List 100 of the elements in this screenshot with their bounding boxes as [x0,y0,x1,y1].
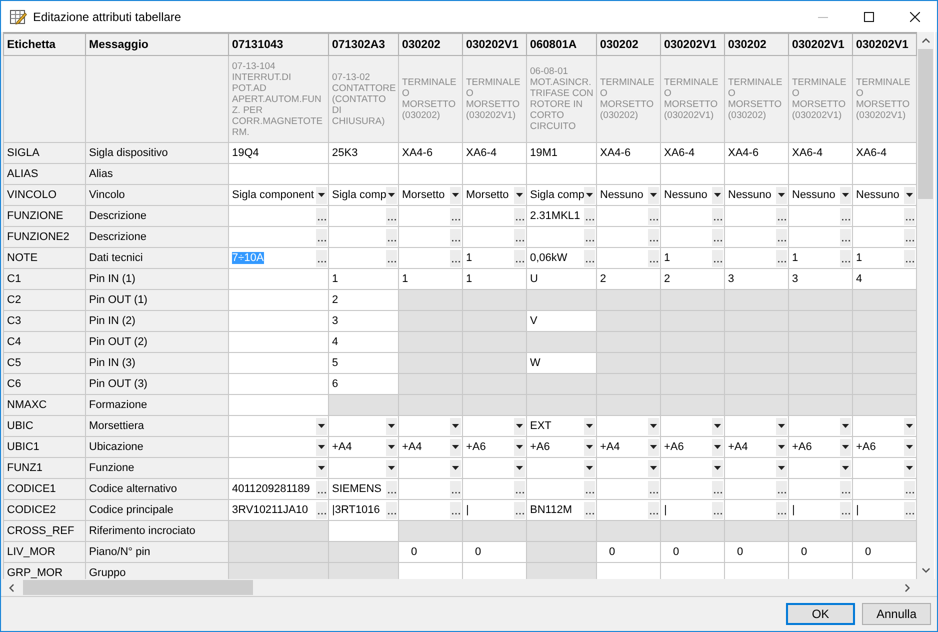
dropdown-button[interactable] [316,438,327,456]
dropdown-button[interactable] [776,438,787,456]
vertical-scrollbar[interactable] [917,32,934,579]
dropdown-button[interactable] [450,460,461,476]
browse-button[interactable] [840,208,851,224]
maximize-icon[interactable] [864,12,874,22]
dialog-button[interactable]: Annulla [862,603,931,625]
browse-button[interactable] [450,208,461,224]
browse-button[interactable] [648,208,659,224]
browse-button[interactable] [386,502,397,518]
table-cell[interactable] [852,164,916,184]
dropdown-button[interactable] [450,438,461,456]
scroll-down-icon[interactable] [922,568,930,573]
browse-button[interactable] [450,480,461,498]
browse-button[interactable] [648,502,659,518]
browse-button[interactable] [712,502,723,518]
table-cell[interactable] [228,164,328,184]
table-cell[interactable] [228,310,328,332]
browse-button[interactable] [316,228,327,246]
browse-button[interactable] [386,480,397,498]
dropdown-button[interactable] [904,460,915,476]
dropdown-button[interactable] [904,418,915,434]
table-cell[interactable]: 19Q4 [228,142,328,164]
scroll-thumb[interactable] [23,580,253,595]
browse-button[interactable] [450,228,461,246]
scroll-up-icon[interactable] [922,38,930,43]
dropdown-button[interactable] [316,460,327,476]
table-cell[interactable]: 1 [328,268,398,290]
browse-button[interactable] [316,480,327,498]
browse-button[interactable] [776,208,787,224]
dropdown-button[interactable] [584,460,595,476]
browse-button[interactable] [904,228,915,246]
table-cell[interactable]: 1 [398,268,462,290]
table-cell[interactable]: 25K3 [328,142,398,164]
table-cell[interactable] [398,164,462,184]
dropdown-button[interactable] [776,418,787,434]
dropdown-button[interactable] [904,438,915,456]
browse-button[interactable] [712,480,723,498]
browse-button[interactable] [514,480,525,498]
browse-button[interactable] [776,502,787,518]
dropdown-button[interactable] [712,186,723,204]
dropdown-button[interactable] [316,186,327,204]
table-cell[interactable]: XA6-4 [660,142,724,164]
table-cell[interactable]: XA6-4 [852,142,916,164]
browse-button[interactable] [584,228,595,246]
browse-button[interactable] [584,502,595,518]
dropdown-button[interactable] [584,186,595,204]
table-cell[interactable] [660,164,724,184]
dropdown-button[interactable] [648,186,659,204]
browse-button[interactable] [386,208,397,224]
browse-button[interactable] [514,228,525,246]
dropdown-button[interactable] [514,418,525,434]
dropdown-button[interactable] [514,438,525,456]
dropdown-button[interactable] [514,186,525,204]
browse-button[interactable] [840,228,851,246]
scroll-right-icon[interactable] [905,584,910,592]
dropdown-button[interactable] [776,186,787,204]
table-cell[interactable] [660,562,724,579]
table-cell[interactable]: XA4-6 [596,142,660,164]
dropdown-button[interactable] [712,418,723,434]
browse-button[interactable] [450,502,461,518]
browse-button[interactable] [584,208,595,224]
table-cell[interactable]: 2 [660,268,724,290]
table-cell[interactable]: 0 [462,542,526,562]
table-cell[interactable]: 4 [852,268,916,290]
table-cell[interactable] [462,164,526,184]
browse-button[interactable] [904,502,915,518]
table-cell[interactable]: W [526,352,596,374]
browse-button[interactable] [712,250,723,266]
table-cell[interactable] [398,562,462,579]
table-cell[interactable] [328,520,398,542]
table-cell[interactable]: 3 [788,268,852,290]
table-cell[interactable]: XA6-4 [462,142,526,164]
table-cell[interactable]: 4 [328,332,398,352]
table-cell[interactable]: V [526,310,596,332]
browse-button[interactable] [840,502,851,518]
table-cell[interactable] [228,352,328,374]
browse-button[interactable] [648,250,659,266]
browse-button[interactable] [584,480,595,498]
dialog-button[interactable]: OK [786,603,855,625]
dropdown-button[interactable] [712,438,723,456]
browse-button[interactable] [514,250,525,266]
dropdown-button[interactable] [386,438,397,456]
dropdown-button[interactable] [776,460,787,476]
table-cell[interactable] [228,268,328,290]
dropdown-button[interactable] [316,418,327,434]
browse-button[interactable] [316,250,327,266]
table-cell[interactable]: 0 [724,542,788,562]
table-cell[interactable]: 19M1 [526,142,596,164]
dropdown-button[interactable] [386,186,397,204]
browse-button[interactable] [776,228,787,246]
browse-button[interactable] [712,228,723,246]
browse-button[interactable] [840,250,851,266]
table-cell[interactable] [788,164,852,184]
dropdown-button[interactable] [584,438,595,456]
table-cell[interactable]: 3 [328,310,398,332]
browse-button[interactable] [514,208,525,224]
table-cell[interactable] [724,562,788,579]
table-cell[interactable] [328,164,398,184]
dropdown-button[interactable] [386,418,397,434]
